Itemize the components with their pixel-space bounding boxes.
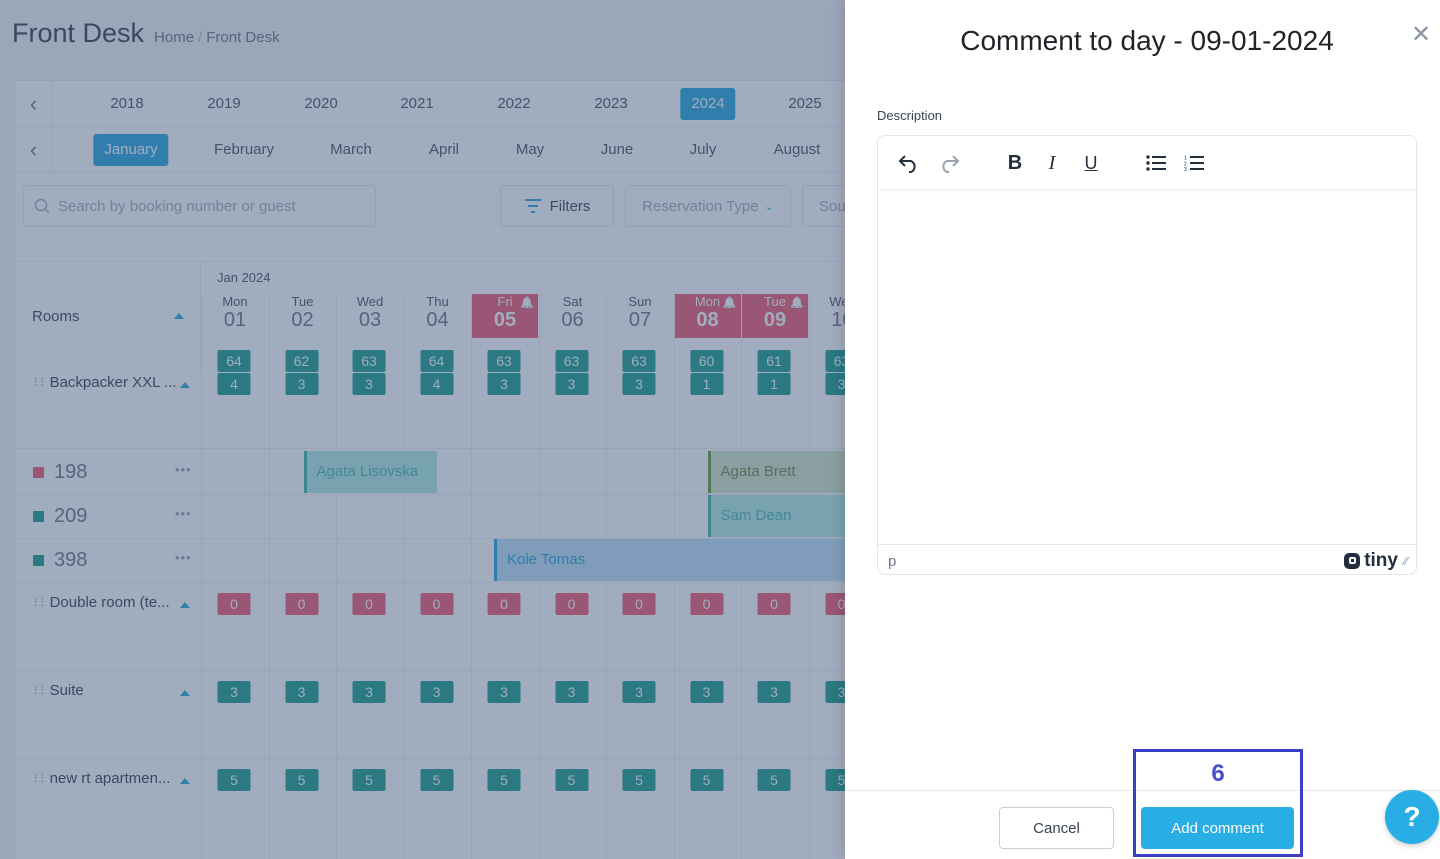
numbered-list-button[interactable]: 123 <box>1179 148 1209 178</box>
bold-icon: B <box>1007 151 1023 174</box>
resize-handle-icon[interactable]: ∕∕ <box>1404 554 1408 568</box>
redo-icon <box>942 155 960 173</box>
rich-text-editor: B I U 123 p tiny ∕∕ <box>877 135 1417 575</box>
modal-backdrop[interactable] <box>0 0 845 859</box>
drawer-title: Comment to day - 09-01-2024 <box>960 25 1334 56</box>
question-icon: ? <box>1403 801 1421 832</box>
italic-button[interactable]: I <box>1037 148 1067 178</box>
undo-icon <box>898 155 916 173</box>
redo-button[interactable] <box>934 148 964 178</box>
tiny-logo-icon <box>1344 553 1361 569</box>
undo-button[interactable] <box>894 148 924 178</box>
help-button[interactable]: ? <box>1385 790 1439 844</box>
italic-icon: I <box>1048 151 1056 174</box>
svg-text:3: 3 <box>1184 167 1187 171</box>
cancel-button[interactable]: Cancel <box>999 807 1114 849</box>
annotation-number: 6 <box>1211 760 1225 787</box>
editor-statusbar: p tiny ∕∕ <box>878 546 1416 574</box>
close-icon[interactable]: ✕ <box>1410 23 1432 47</box>
underline-button[interactable]: U <box>1076 148 1106 178</box>
editor-content-area[interactable] <box>878 189 1416 545</box>
tiny-branding-link[interactable]: tiny <box>1344 550 1398 572</box>
editor-toolbar: B I U 123 <box>878 136 1416 189</box>
comment-drawer: Comment to day - 09-01-2024 ✕ Descriptio… <box>845 0 1440 859</box>
tiny-branding-wrap: tiny ∕∕ <box>1344 550 1408 572</box>
underline-icon: U <box>1084 152 1098 173</box>
description-label: Description <box>877 108 943 123</box>
numbered-list-icon: 123 <box>1184 156 1204 171</box>
bold-button[interactable]: B <box>1000 148 1030 178</box>
bullet-list-button[interactable] <box>1141 148 1171 178</box>
bullet-list-icon <box>1146 155 1166 171</box>
element-path[interactable]: p <box>888 553 896 570</box>
tiny-brand-label: tiny <box>1364 550 1398 571</box>
annotation-highlight-box: 6 <box>1133 749 1303 857</box>
